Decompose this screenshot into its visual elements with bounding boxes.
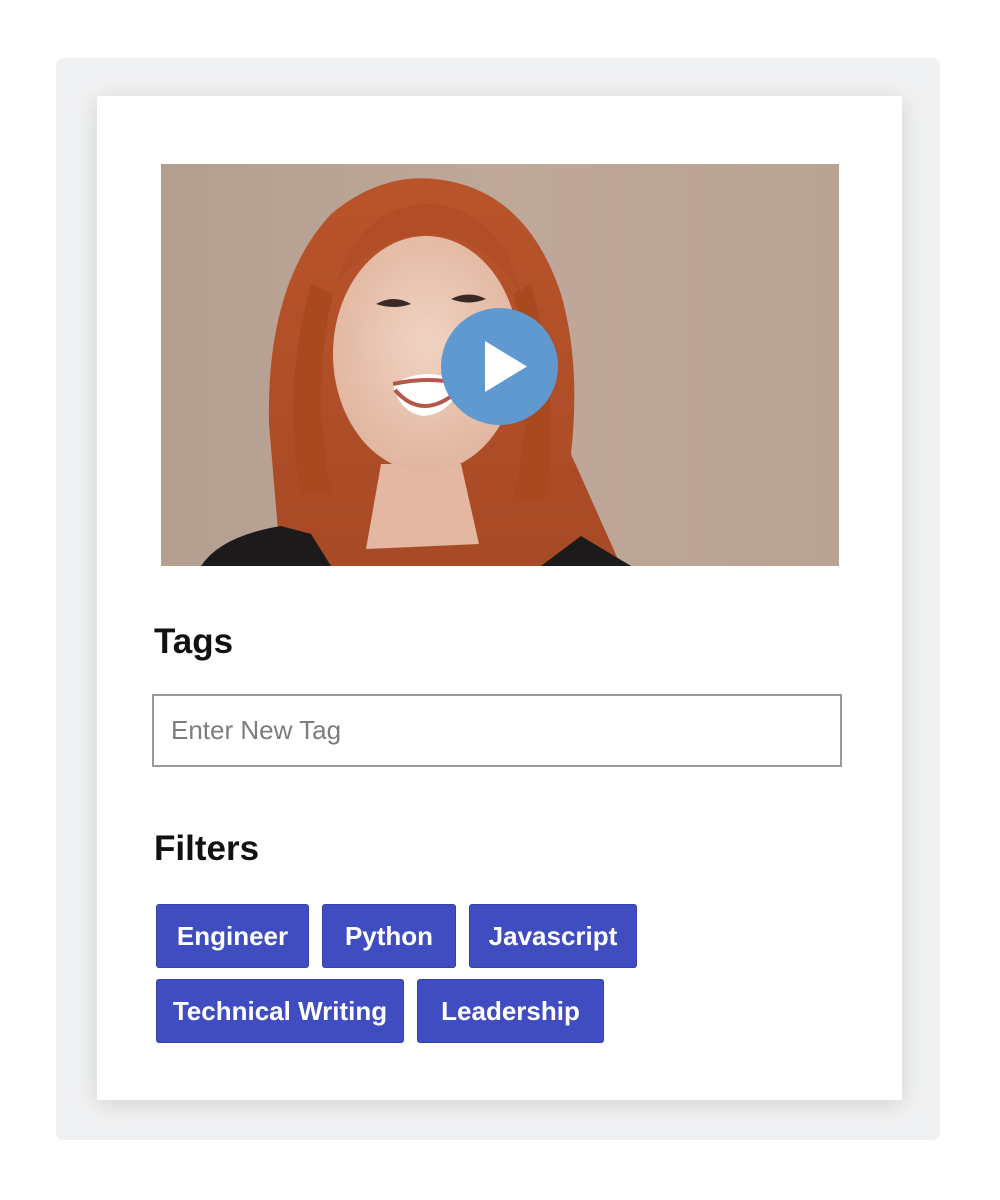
tags-heading: Tags: [154, 622, 234, 661]
profile-card: Tags Filters Engineer Python Javascript …: [97, 96, 902, 1100]
new-tag-input[interactable]: [152, 694, 842, 767]
filters-heading: Filters: [154, 829, 260, 868]
filter-leadership-button[interactable]: Leadership: [417, 979, 604, 1043]
play-button[interactable]: [441, 308, 558, 425]
filter-buttons: Engineer Python Javascript Technical Wri…: [156, 904, 716, 1054]
filter-row-2: Technical Writing Leadership: [156, 979, 716, 1043]
filter-python-button[interactable]: Python: [322, 904, 456, 968]
filter-javascript-button[interactable]: Javascript: [469, 904, 637, 968]
video-player[interactable]: [161, 164, 839, 566]
filter-engineer-button[interactable]: Engineer: [156, 904, 309, 968]
play-icon: [485, 341, 527, 392]
filter-technical-writing-button[interactable]: Technical Writing: [156, 979, 404, 1043]
filter-row-1: Engineer Python Javascript: [156, 904, 716, 968]
